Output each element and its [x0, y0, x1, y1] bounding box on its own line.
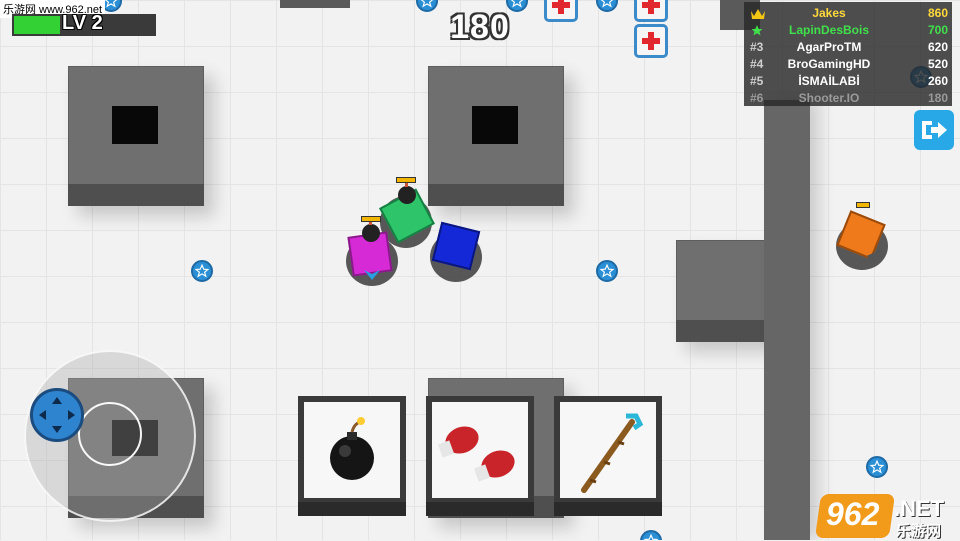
level-label: LV 2 — [62, 12, 103, 34]
wall-corridor — [764, 100, 810, 540]
score-counter: 180 — [450, 8, 510, 46]
boxing-gloves-icon — [437, 426, 515, 482]
wall-block — [676, 240, 772, 342]
bomb-held-icon — [362, 220, 380, 242]
leaderboard-row: #3 AgarProTM 620 — [744, 40, 952, 57]
star-icon — [751, 25, 763, 36]
exit-button[interactable] — [914, 110, 954, 150]
dpad-icon — [39, 397, 75, 433]
leaderboard-rank: #3 — [750, 40, 764, 54]
star-pickup — [191, 260, 213, 282]
leaderboard-row: Jakes 860 — [744, 6, 952, 23]
leaderboard-score: 620 — [927, 40, 948, 54]
leaderboard-name: Shooter.IO — [798, 91, 860, 105]
leaderboard-row-self: #6 Shooter.IO 180 — [744, 91, 952, 108]
leaderboard-score: 700 — [927, 23, 948, 37]
joystick-knob[interactable] — [30, 388, 84, 442]
leaderboard-score: 860 — [927, 6, 948, 20]
wall-block — [68, 66, 204, 206]
weapon-slot-bomb[interactable] — [298, 396, 406, 516]
star-pickup — [866, 456, 888, 478]
joystick-thumb[interactable] — [78, 402, 142, 466]
crown-icon — [751, 9, 765, 19]
leaderboard-row: LapinDesBois 700 — [744, 23, 952, 40]
bomb-icon — [330, 417, 374, 480]
leaderboard-row: #4 BroGamingHD 520 — [744, 57, 952, 74]
leaderboard: Jakes 860 LapinDesBois 700 #3 AgarProTM … — [744, 2, 952, 106]
medkit-pickup — [634, 0, 668, 22]
brand-watermark: 962 .NET 乐游网 — [814, 494, 958, 540]
leaderboard-name: İSMAİLABİ — [798, 74, 860, 88]
watermark-number: 962 — [826, 496, 880, 532]
star-pickup — [596, 260, 618, 282]
leaderboard-rank: #6 — [750, 91, 764, 105]
leaderboard-row: #5 İSMAİLABİ 260 — [744, 74, 952, 91]
leaderboard-rank: #5 — [750, 74, 764, 88]
leaderboard-name: AgarProTM — [796, 40, 862, 54]
weapon-slot-boxing-gloves[interactable] — [426, 396, 534, 516]
xp-fill — [14, 16, 60, 34]
leaderboard-rank: #4 — [750, 57, 764, 71]
medkit-pickup — [634, 24, 668, 58]
wall-top-left — [280, 0, 350, 8]
ammo-bar — [396, 177, 416, 183]
bomb-held-icon — [398, 182, 416, 204]
star-pickup — [596, 0, 618, 12]
ammo-bar — [856, 202, 870, 208]
leaderboard-name: Jakes — [812, 6, 846, 20]
leaderboard-name: BroGamingHD — [787, 57, 871, 71]
leaderboard-score: 180 — [927, 91, 948, 105]
watermark-cn: 乐游网 — [896, 523, 942, 540]
leaderboard-name: LapinDesBois — [788, 23, 869, 37]
star-pickup — [640, 530, 662, 540]
weapon-slot-staff[interactable] — [554, 396, 662, 516]
medkit-pickup — [544, 0, 578, 22]
wall-block — [428, 66, 564, 206]
direction-arrow-icon — [364, 270, 380, 280]
watermark-suffix: .NET — [894, 496, 945, 521]
exit-icon — [922, 121, 947, 139]
leaderboard-score: 260 — [927, 74, 948, 88]
staff-icon — [581, 413, 644, 493]
ammo-bar — [361, 216, 381, 222]
leaderboard-score: 520 — [927, 57, 948, 71]
